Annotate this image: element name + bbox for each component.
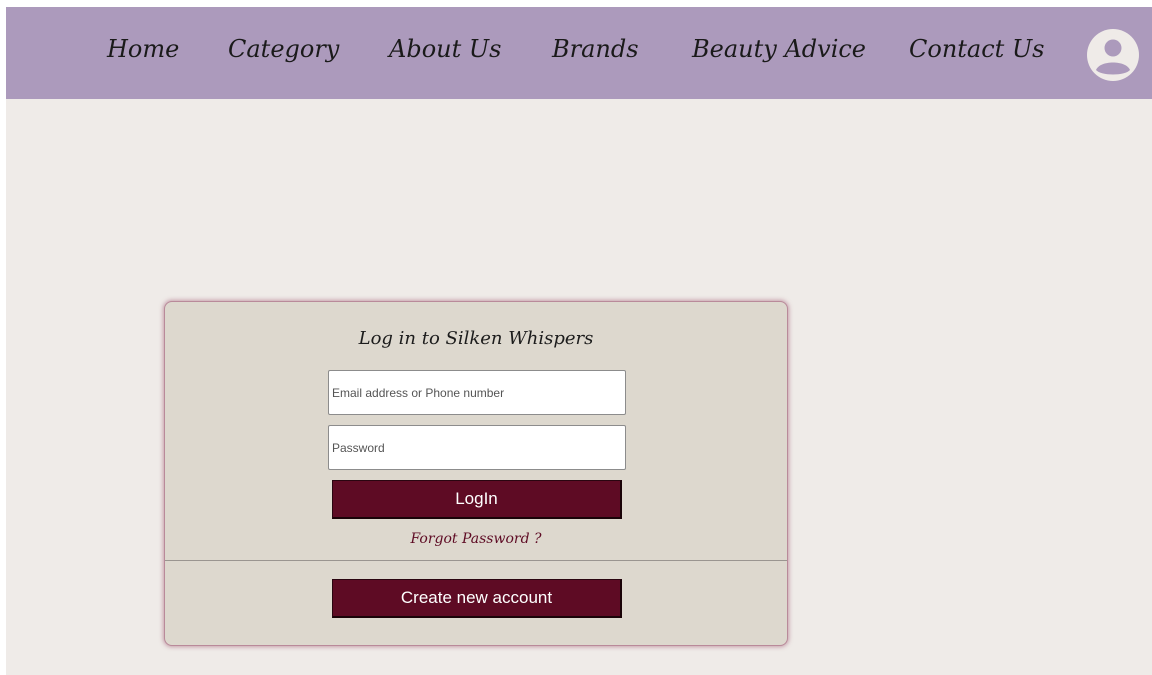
nav-item-category[interactable]: Category	[228, 35, 339, 63]
password-field[interactable]	[328, 425, 626, 470]
email-field[interactable]	[328, 370, 626, 415]
nav-item-brands[interactable]: Brands	[552, 35, 639, 63]
page: Home Category About Us Brands Beauty Adv…	[6, 7, 1152, 675]
navbar: Home Category About Us Brands Beauty Adv…	[6, 7, 1152, 99]
forgot-password-link[interactable]: Forgot Password ?	[165, 531, 787, 547]
user-circle-icon[interactable]	[1087, 29, 1139, 81]
nav-item-beauty-advice[interactable]: Beauty Advice	[692, 35, 866, 63]
login-title: Log in to Silken Whispers	[358, 328, 594, 349]
nav-item-about-us[interactable]: About Us	[389, 35, 501, 63]
create-account-button[interactable]: Create new account	[332, 579, 622, 618]
login-button[interactable]: LogIn	[332, 480, 622, 519]
login-card: Log in to Silken Whispers LogIn Forgot P…	[164, 301, 788, 646]
nav-item-contact-us[interactable]: Contact Us	[909, 35, 1044, 63]
card-divider	[165, 560, 787, 561]
nav-item-home[interactable]: Home	[107, 35, 179, 63]
